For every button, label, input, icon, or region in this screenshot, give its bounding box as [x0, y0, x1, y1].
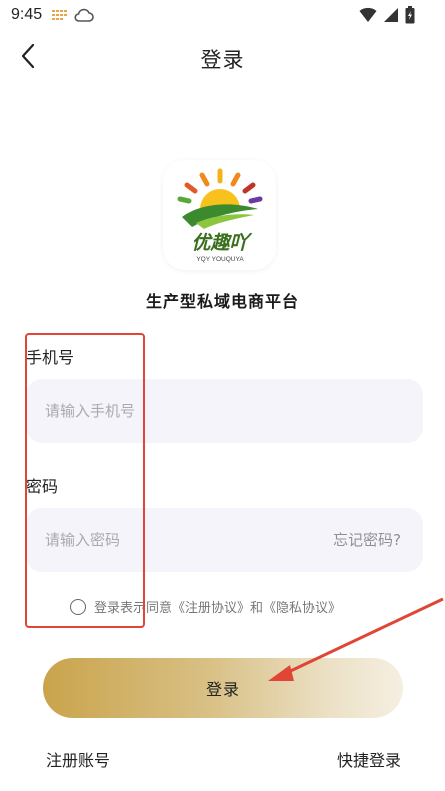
agreement-prefix: 登录表示同意 [94, 601, 173, 616]
phone-input[interactable] [45, 379, 325, 443]
battery-icon [405, 6, 415, 28]
app-logo: 优趣吖 YQY YOUQUYA [163, 160, 276, 270]
wifi-icon [359, 7, 377, 27]
password-label: 密码 [26, 477, 59, 496]
logo-subtext: YQY YOUQUYA [196, 256, 244, 263]
logo-text: 优趣吖 [191, 232, 252, 254]
platform-name: 生产型私域电商平台 [145, 292, 299, 311]
page-title: 登录 [200, 48, 245, 72]
privacy-link[interactable]: 《隐私协议》 [263, 597, 341, 616]
password-field-container: 忘记密码? [26, 508, 423, 572]
phone-field-container [26, 379, 423, 443]
notification-dots-icon [52, 8, 68, 27]
agreement-checkbox[interactable] [70, 598, 86, 615]
terms-link[interactable]: 《注册协议》 [172, 597, 250, 616]
status-right-icons [359, 6, 415, 28]
sun-leaf-logo-icon: 优趣吖 YQY YOUQUYA [177, 168, 262, 263]
password-input[interactable] [45, 508, 325, 572]
agreement-conjunction: 和 [250, 601, 264, 616]
forgot-password-link[interactable]: 忘记密码? [333, 529, 401, 550]
agreement-row: 登录表示同意 《注册协议》和《隐私协议》 [70, 597, 341, 616]
signal-icon [383, 7, 399, 27]
status-left-icons [52, 7, 94, 27]
register-link[interactable]: 注册账号 [46, 747, 110, 771]
status-time: 9:45 [11, 6, 43, 23]
phone-label: 手机号 [26, 348, 75, 367]
login-button[interactable]: 登录 [43, 658, 403, 718]
status-bar: 9:45 [0, 0, 445, 30]
quick-login-link[interactable]: 快捷登录 [337, 747, 401, 771]
cloud-icon [74, 7, 94, 27]
